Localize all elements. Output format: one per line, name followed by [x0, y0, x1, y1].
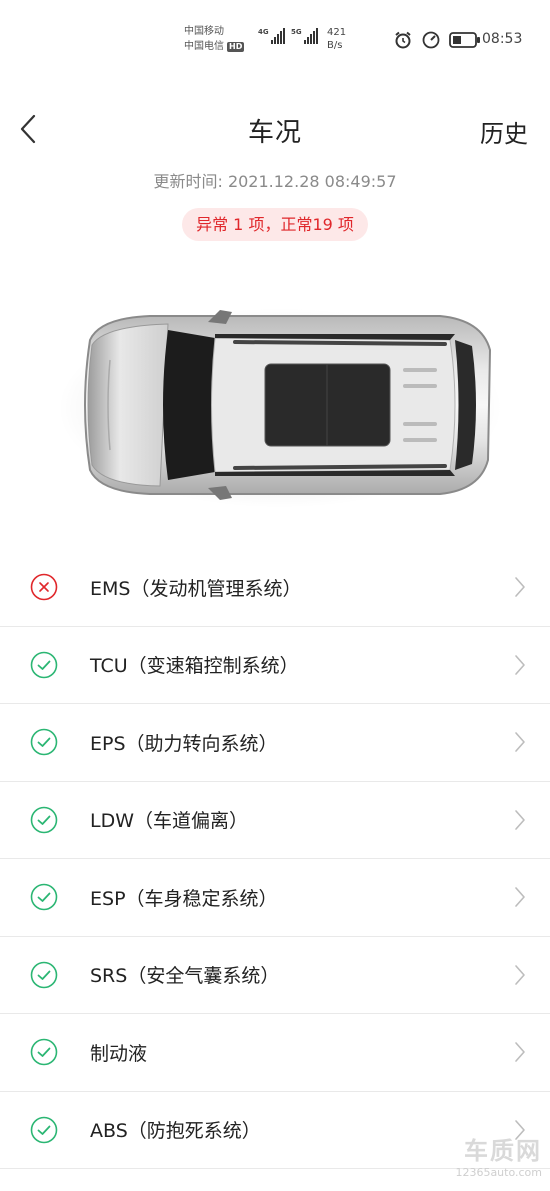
carrier-1: 中国移动 — [184, 26, 224, 37]
chevron-right-icon — [515, 654, 525, 675]
car-top-view-image — [60, 308, 500, 508]
check-circle-icon — [30, 651, 58, 679]
system-label: LDW（车道偏离） — [90, 810, 249, 833]
chevron-right-icon — [515, 732, 525, 753]
status-summary-badge: 异常 1 项，正常19 项 — [182, 208, 368, 241]
signal-icon: 4G — [258, 28, 285, 44]
alarm-icon — [395, 31, 411, 49]
list-item[interactable]: EPS（助力转向系统） — [0, 704, 550, 782]
list-item[interactable]: EMS（发动机管理系统） — [0, 549, 550, 627]
carrier-info: 中国移动 中国电信 HD — [184, 24, 245, 54]
chevron-right-icon — [515, 964, 525, 985]
list-item[interactable]: SRS（安全气囊系统） — [0, 937, 550, 1014]
system-status-list: EMS（发动机管理系统） TCU（变速箱控制系统） EPS（助力转向系统） LDW（车… — [0, 549, 550, 1169]
speed-unit: B/s — [327, 40, 343, 51]
status-bar: 中国移动 中国电信 HD 4G 5G 421 B/s 08:53 — [0, 0, 550, 80]
status-time: 08:53 — [482, 31, 523, 47]
page-title: 车况 — [247, 118, 302, 148]
check-circle-icon — [30, 961, 58, 989]
check-circle-icon — [30, 806, 58, 834]
system-label: EPS（助力转向系统） — [90, 732, 278, 755]
chevron-right-icon — [515, 887, 525, 908]
battery-icon — [449, 32, 480, 48]
carrier-2: 中国电信 — [184, 41, 224, 52]
system-label: EMS（发动机管理系统） — [90, 577, 302, 600]
system-label: TCU（变速箱控制系统） — [90, 655, 299, 678]
signal-icon: 5G — [291, 28, 318, 44]
check-circle-icon — [30, 728, 58, 756]
list-item[interactable]: ESP（车身稳定系统） — [0, 859, 550, 937]
list-item[interactable]: 制动液 — [0, 1014, 550, 1092]
list-item[interactable]: LDW（车道偏离） — [0, 782, 550, 859]
watermark-brand: 车质网 — [464, 1137, 542, 1165]
check-circle-icon — [30, 1038, 58, 1066]
error-x-icon — [30, 573, 58, 601]
watermark-url: 12365auto.com — [455, 1166, 542, 1179]
system-label: ABS（防抱死系统） — [90, 1120, 261, 1143]
gauge-icon — [422, 31, 440, 49]
system-label: ESP（车身稳定系统） — [90, 887, 278, 910]
check-circle-icon — [30, 1116, 58, 1144]
history-button[interactable]: 历史 — [480, 114, 528, 149]
check-circle-icon — [30, 883, 58, 911]
signal-2-label: 5G — [291, 28, 302, 36]
watermark: 车质网 12365auto.com — [455, 1131, 542, 1179]
network-speed: 421 B/s — [327, 26, 346, 52]
speed-value: 421 — [327, 27, 347, 38]
system-label: 制动液 — [90, 1042, 148, 1065]
chevron-right-icon — [515, 1042, 525, 1063]
hd-badge: HD — [227, 41, 245, 52]
chevron-right-icon — [515, 577, 525, 598]
chevron-right-icon — [515, 809, 525, 830]
system-label: SRS（安全气囊系统） — [90, 965, 280, 988]
list-item[interactable]: TCU（变速箱控制系统） — [0, 627, 550, 704]
status-icons — [393, 30, 481, 50]
signal-1-label: 4G — [258, 28, 269, 36]
update-time: 更新时间: 2021.12.28 08:49:57 — [153, 172, 397, 191]
